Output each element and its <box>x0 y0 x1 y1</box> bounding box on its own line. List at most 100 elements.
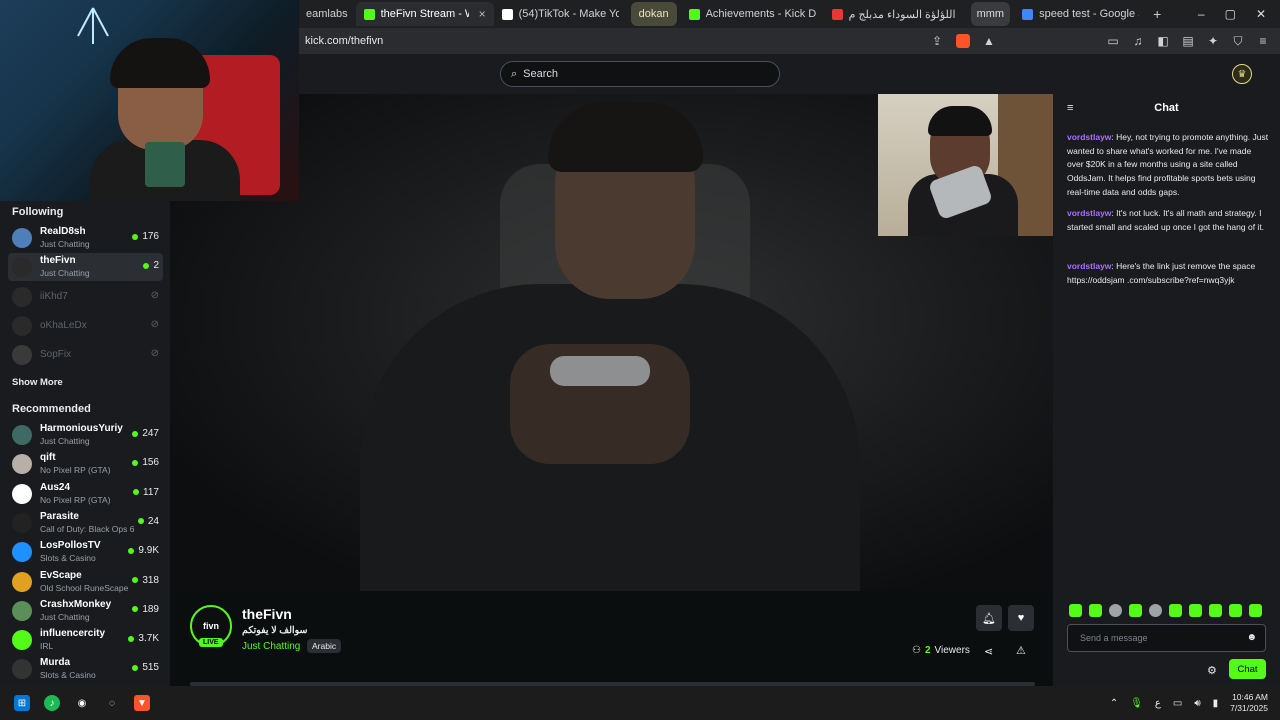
clock[interactable]: 10:46 AM 7/31/2025 <box>1230 692 1268 714</box>
user-avatar[interactable]: ♛ <box>1232 64 1252 84</box>
battery-icon[interactable]: ▮ <box>1213 698 1219 709</box>
browser-tab[interactable]: (54)TikTok - Make Your Day <box>494 2 627 26</box>
channel-text: theFivn Just Chatting <box>40 255 90 279</box>
channel-avatar-icon <box>12 257 32 278</box>
sidebar-channel[interactable]: LosPollosTV Slots & Casino 9.9K <box>8 538 163 566</box>
search-input[interactable]: ⌕ Search <box>500 61 780 87</box>
new-tab-button[interactable]: + <box>1153 6 1161 22</box>
language-indicator[interactable]: ع <box>1155 698 1161 709</box>
sidebar-channel[interactable]: CrashxMonkey Just Chatting 189 <box>8 597 163 625</box>
sidebar-channel[interactable]: Parasite Call of Duty: Black Ops 6 24 <box>8 509 163 537</box>
wallet-icon[interactable]: ▤ <box>1181 34 1195 48</box>
search-icon: ⌕ <box>511 67 518 80</box>
sidebar-channel[interactable]: qift No Pixel RP (GTA) 156 <box>8 450 163 478</box>
channel-text: Murda Slots & Casino <box>40 657 96 681</box>
menu-icon[interactable]: ≡ <box>1256 34 1270 48</box>
stream-category[interactable]: Just Chatting <box>242 641 300 652</box>
share-page-icon[interactable]: ⇪ <box>930 34 944 48</box>
leo-ai-icon[interactable]: ✦ <box>1206 34 1220 48</box>
emote-icon[interactable] <box>1109 604 1122 617</box>
tab-label: Achievements - Kick Dashboard <box>705 8 816 20</box>
browser-tab[interactable]: مسلسل اللؤلؤة السوداء مدبلج م <box>824 2 967 26</box>
sidebar-icon[interactable]: ▭ <box>1106 34 1120 48</box>
sidebar-channel[interactable]: SopFix ⊘ <box>8 341 163 369</box>
emote-icon[interactable] <box>1089 604 1102 617</box>
chat-message: vordstlayw: Here's the link just remove … <box>1067 260 1269 287</box>
browser-tab[interactable]: mmm <box>970 2 1011 26</box>
vpn-icon[interactable]: ⛉ <box>1231 34 1245 48</box>
windows-start-icon[interactable]: ⊞ <box>14 695 30 711</box>
browser-toolbar: ▭ ♫ ◧ ▤ ✦ ⛉ ≡ <box>1106 34 1280 49</box>
sidebar-channel[interactable]: iiKhd7 ⊘ <box>8 283 163 311</box>
minimize-button[interactable]: – <box>1198 7 1205 21</box>
chat-username[interactable]: vordstlayw <box>1067 208 1111 218</box>
sidebar-channel[interactable]: EvScape Old School RuneScape 318 <box>8 568 163 596</box>
channel-name: influencercity <box>40 628 106 640</box>
viewer-count: 24 <box>137 515 159 527</box>
sidebar-channel[interactable]: RealD8sh Just Chatting 176 <box>8 224 163 252</box>
tab-label: theFivn Stream - Watch <box>380 8 469 20</box>
follow-button[interactable]: ♥ <box>1008 605 1034 631</box>
channel-text: qift No Pixel RP (GTA) <box>40 452 111 476</box>
brave-rewards-icon[interactable]: ▲ <box>982 34 996 48</box>
channel-avatar-icon <box>12 542 32 563</box>
app-icon[interactable]: ◌ <box>104 695 120 711</box>
chat-username[interactable]: vordstlayw <box>1067 261 1111 271</box>
emote-icon[interactable] <box>1169 604 1182 617</box>
live-dot-icon <box>132 459 139 466</box>
browser-tab[interactable]: dokan <box>630 2 677 26</box>
emote-icon[interactable] <box>1149 604 1162 617</box>
sidebar-channel[interactable]: HarmoniousYuriy Just Chatting 247 <box>8 421 163 449</box>
sidebar-channel[interactable]: Aus24 No Pixel RP (GTA) 117 <box>8 480 163 508</box>
chat-username[interactable]: vordstlayw <box>1067 132 1111 142</box>
sidebar-channel[interactable]: Murda Slots & Casino 515 <box>8 655 163 683</box>
emote-icon[interactable] <box>1129 604 1142 617</box>
spotify-icon[interactable]: ♪ <box>44 695 60 711</box>
reader-icon[interactable]: ◧ <box>1156 34 1170 48</box>
share-icon[interactable]: ⋖ <box>984 645 993 658</box>
microphone-icon[interactable]: 🎙︎ <box>1130 698 1143 709</box>
volume-icon[interactable]: 🔊︎ <box>1194 698 1200 709</box>
show-more-link[interactable]: Show More <box>12 377 63 388</box>
stream-tag[interactable]: Arabic <box>307 639 342 653</box>
channel-name[interactable]: theFivn <box>242 606 292 622</box>
emote-icon[interactable] <box>1209 604 1222 617</box>
report-icon[interactable]: ⚠ <box>1016 644 1026 657</box>
chat-message-input[interactable]: Send a message ☻ <box>1067 624 1266 652</box>
channel-category: No Pixel RP (GTA) <box>40 494 111 505</box>
brave-taskbar-icon[interactable]: ▼ <box>134 695 150 711</box>
tray-expand-icon[interactable]: ⌃ <box>1110 698 1118 709</box>
chat-panel: ≡ Chat vordstlayw: Hey, not trying to pr… <box>1053 94 1280 686</box>
emote-icon[interactable] <box>1069 604 1082 617</box>
media-icon[interactable]: ♫ <box>1131 34 1145 48</box>
brave-shields-icon[interactable] <box>956 34 970 48</box>
webcam-overlay <box>0 0 299 201</box>
viewer-number: 24 <box>147 515 159 527</box>
channel-avatar-icon <box>12 659 32 680</box>
notification-bell-button[interactable]: 🔔︎ <box>976 605 1002 631</box>
chat-settings-icon[interactable]: ⚙ <box>1207 664 1217 677</box>
live-dot-icon <box>143 262 150 269</box>
url-field[interactable]: kick.com/thefivn <box>305 35 925 47</box>
webcam-hair <box>110 38 210 88</box>
close-window-button[interactable]: ✕ <box>1256 7 1266 21</box>
sidebar-channel[interactable]: theFivn Just Chatting 2 <box>8 253 163 282</box>
obs-icon[interactable]: ◉ <box>74 695 90 711</box>
channel-name: HarmoniousYuriy <box>40 423 123 434</box>
network-icon[interactable]: ▭ <box>1173 698 1182 709</box>
send-chat-button[interactable]: Chat <box>1229 659 1266 679</box>
browser-tab[interactable]: eamlabs <box>298 2 356 26</box>
sidebar-channel[interactable]: influencercity IRL 3.7K <box>8 626 163 654</box>
maximize-button[interactable]: ▢ <box>1225 7 1236 21</box>
emote-icon[interactable] <box>1229 604 1242 617</box>
sidebar-channel[interactable]: oKhaLeDx ⊘ <box>8 312 163 340</box>
tab-close-icon[interactable]: × <box>479 7 486 21</box>
browser-tab[interactable]: theFivn Stream - Watch × <box>355 2 494 26</box>
browser-tab[interactable]: speed test - Google Search <box>1014 2 1147 26</box>
channel-category: Call of Duty: Black Ops 6 <box>40 523 135 534</box>
browser-tab[interactable]: Achievements - Kick Dashboard <box>681 2 824 26</box>
emote-icon[interactable] <box>1189 604 1202 617</box>
emote-icon[interactable] <box>1249 604 1262 617</box>
viewer-number: 318 <box>142 574 159 586</box>
emoji-picker-icon[interactable]: ☻ <box>1246 632 1257 643</box>
